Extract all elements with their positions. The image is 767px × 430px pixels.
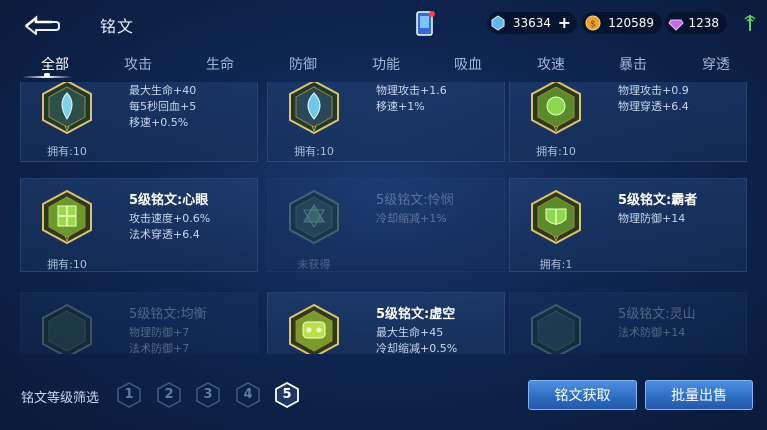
rune-icon: V bbox=[42, 82, 92, 135]
rune-card[interactable]: V 物理攻击+0.9 物理穿透+6.4 拥有:10 bbox=[509, 82, 747, 162]
rune-card[interactable]: V 5级铭文:心眼 攻击速度+0.6% 法术穿透+6.4 拥有:10 bbox=[20, 178, 258, 272]
owned-count: 拥有:10 bbox=[294, 145, 334, 158]
rune-card[interactable]: V 最大生命+40 每5秒回血+5 移速+0.5% 拥有:10 bbox=[20, 82, 258, 162]
rune-stat: 物理防御+14 bbox=[618, 212, 686, 225]
svg-text:V: V bbox=[65, 125, 70, 133]
level-number: 4 bbox=[243, 387, 253, 402]
rune-stat: 每5秒回血+5 bbox=[129, 100, 197, 113]
rune-stat: 移速+1% bbox=[376, 100, 425, 113]
owned-count: 拥有:1 bbox=[539, 258, 573, 271]
level-number: 3 bbox=[203, 387, 213, 402]
tab-lifesteal[interactable]: 吸血 bbox=[454, 54, 482, 74]
rune-stat: 物理防御+7 bbox=[129, 326, 190, 339]
tab-penetration[interactable]: 穿透 bbox=[702, 54, 730, 74]
level-number: 2 bbox=[164, 387, 174, 402]
level-filter-3[interactable]: 3 bbox=[196, 382, 220, 408]
tab-function[interactable]: 功能 bbox=[372, 54, 400, 74]
rune-card[interactable]: 5级铭文:怜悯 冷却缩减+1% 未获得 bbox=[267, 178, 505, 272]
gem-count: 1238 bbox=[688, 16, 719, 30]
rune-name: 5级铭文:灵山 bbox=[618, 307, 696, 322]
gold-count: 120589 bbox=[608, 16, 654, 30]
tab-defense[interactable]: 防御 bbox=[289, 54, 317, 74]
level-filter-5[interactable]: 5 bbox=[275, 382, 299, 408]
rune-stat: 最大生命+40 bbox=[129, 84, 197, 97]
rune-stat: 物理穿透+6.4 bbox=[618, 100, 689, 113]
category-tabs: 全部 攻击 生命 防御 功能 吸血 攻速 暴击 穿透 bbox=[0, 48, 767, 78]
purple-gem-icon bbox=[668, 19, 684, 31]
level-number: 1 bbox=[124, 387, 134, 402]
wifi-signal-icon bbox=[743, 13, 759, 31]
rune-name: 5级铭文:心眼 bbox=[129, 193, 209, 208]
rune-card[interactable]: V 物理攻击+1.6 移速+1% 拥有:10 bbox=[267, 82, 505, 162]
rune-name: 5级铭文:怜悯 bbox=[376, 193, 454, 208]
tab-critical[interactable]: 暴击 bbox=[619, 54, 647, 74]
back-arrow-icon bbox=[25, 15, 60, 35]
rune-card[interactable]: 5级铭文:灵山 法术防御+14 bbox=[509, 292, 747, 354]
rune-icon: V bbox=[42, 189, 92, 245]
add-diamond-button[interactable]: + bbox=[558, 12, 571, 34]
rune-icon bbox=[42, 303, 92, 354]
rune-grid[interactable]: V 最大生命+40 每5秒回血+5 移速+0.5% 拥有:10 V 物理攻击+1… bbox=[20, 82, 753, 354]
rune-card[interactable]: 5级铭文:虚空 最大生命+45 冷却缩减+0.5% bbox=[267, 292, 505, 354]
rune-stat: 冷却缩减+0.5% bbox=[376, 342, 458, 354]
svg-text:V: V bbox=[554, 235, 559, 243]
rune-icon: V bbox=[289, 82, 339, 135]
rune-stat: 法术穿透+6.4 bbox=[129, 228, 200, 241]
rune-stat: 攻击速度+0.6% bbox=[129, 212, 211, 225]
level-number: 5 bbox=[282, 387, 292, 402]
gem-balance: 1238 bbox=[665, 12, 727, 34]
tab-all[interactable]: 全部 bbox=[41, 54, 69, 74]
rune-stat: 法术防御+7 bbox=[129, 342, 190, 354]
rune-name: 5级铭文:虚空 bbox=[376, 307, 456, 322]
tab-attack[interactable]: 攻击 bbox=[124, 54, 152, 74]
rune-icon: V bbox=[531, 82, 581, 135]
rune-card[interactable]: V 5级铭文:霸者 物理防御+14 拥有:1 bbox=[509, 178, 747, 272]
diamond-icon bbox=[491, 15, 505, 31]
rune-name: 5级铭文:均衡 bbox=[129, 307, 207, 322]
tab-attack-speed[interactable]: 攻速 bbox=[537, 54, 565, 74]
rune-card[interactable]: 5级铭文:均衡 物理防御+7 法术防御+7 bbox=[20, 292, 258, 354]
top-bar: 铭文 33634 + $ 120589 1238 bbox=[0, 0, 767, 48]
owned-count: 拥有:10 bbox=[47, 258, 87, 271]
rune-icon: V bbox=[531, 189, 581, 245]
tab-health[interactable]: 生命 bbox=[206, 54, 234, 74]
rune-stat: 最大生命+45 bbox=[376, 326, 444, 339]
diamond-count: 33634 bbox=[512, 16, 551, 30]
level-filter-4[interactable]: 4 bbox=[236, 382, 260, 408]
level-filter-label: 铭文等级筛选 bbox=[21, 391, 100, 406]
rune-name: 5级铭文:霸者 bbox=[618, 193, 698, 208]
svg-text:V: V bbox=[554, 125, 559, 133]
level-filter-2[interactable]: 2 bbox=[157, 382, 181, 408]
svg-text:$: $ bbox=[590, 20, 596, 30]
gold-balance: $ 120589 bbox=[582, 12, 662, 34]
back-button[interactable] bbox=[22, 12, 62, 36]
svg-text:V: V bbox=[312, 125, 317, 133]
owned-count: 拥有:10 bbox=[47, 145, 87, 158]
diamond-balance: 33634 + bbox=[487, 12, 577, 34]
owned-count: 拥有:10 bbox=[536, 145, 576, 158]
owned-count: 未获得 bbox=[297, 258, 331, 271]
rune-acquire-button[interactable]: 铭文获取 bbox=[528, 380, 637, 410]
svg-text:V: V bbox=[65, 235, 70, 243]
rune-stat: 物理攻击+1.6 bbox=[376, 84, 447, 97]
active-tab-dot bbox=[44, 73, 50, 77]
rune-stat: 法术防御+14 bbox=[618, 326, 686, 339]
page-title: 铭文 bbox=[100, 17, 135, 36]
rune-stat: 物理攻击+0.9 bbox=[618, 84, 689, 97]
gold-coin-icon: $ bbox=[585, 15, 601, 31]
phone-card-icon[interactable] bbox=[414, 9, 436, 39]
batch-sell-button[interactable]: 批量出售 bbox=[645, 380, 753, 410]
rune-stat: 移速+0.5% bbox=[129, 116, 189, 129]
level-filter-1[interactable]: 1 bbox=[117, 382, 141, 408]
rune-stat: 冷却缩减+1% bbox=[376, 212, 447, 225]
rune-icon bbox=[289, 303, 339, 354]
rune-icon bbox=[289, 189, 339, 245]
rune-icon bbox=[531, 303, 581, 354]
